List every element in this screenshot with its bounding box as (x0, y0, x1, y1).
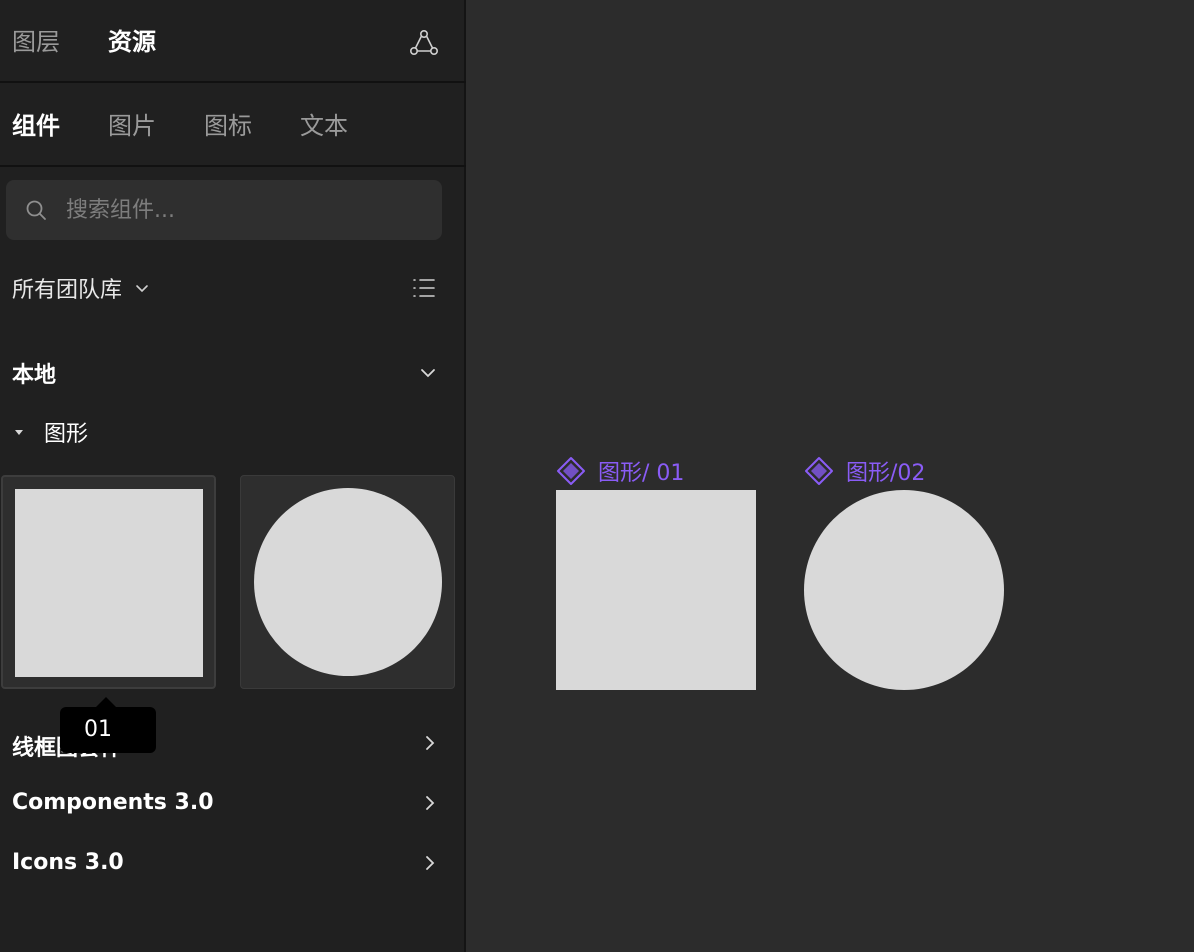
panel-tabs: 图层 资源 (0, 0, 466, 83)
tooltip: 01 (60, 707, 156, 753)
design-canvas[interactable]: 图形/ 01 图形/02 (468, 0, 1194, 952)
square-shape (15, 489, 203, 677)
list-view-icon[interactable] (410, 274, 438, 302)
component-icon (805, 457, 833, 485)
component-instance-square[interactable] (556, 490, 756, 690)
assets-panel: 图层 资源 组件 图片 图标 文本 所有团队库 本地 (0, 0, 466, 952)
library-dropdown[interactable]: 所有团队库 (12, 272, 150, 304)
component-thumbnail-02[interactable] (240, 475, 455, 689)
team-library-icon[interactable] (408, 27, 440, 59)
chevron-right-icon[interactable] (420, 733, 440, 753)
component-label-01[interactable]: 图形/ 01 (556, 455, 684, 487)
component-label-02[interactable]: 图形/02 (804, 455, 925, 487)
circle-shape (254, 488, 442, 676)
tab-icons[interactable]: 图标 (204, 110, 252, 142)
component-name: 图形/02 (846, 461, 926, 486)
tooltip-arrow (96, 697, 116, 707)
caret-down-icon (15, 430, 23, 435)
search-icon (26, 200, 46, 220)
component-instance-circle[interactable] (804, 490, 1004, 690)
group-header-shapes[interactable]: 图形 (12, 417, 88, 447)
component-thumbnail-01[interactable] (1, 475, 216, 689)
library-components[interactable]: Components 3.0 (12, 790, 214, 815)
chevron-right-icon[interactable] (420, 853, 440, 873)
library-icons[interactable]: Icons 3.0 (12, 850, 124, 875)
local-section-title[interactable]: 本地 (12, 357, 56, 389)
chevron-down-icon (136, 285, 148, 293)
tab-assets[interactable]: 资源 (108, 26, 156, 58)
library-dropdown-label: 所有团队库 (12, 278, 123, 303)
tab-text[interactable]: 文本 (300, 110, 348, 142)
tab-components[interactable]: 组件 (12, 110, 60, 142)
tab-images[interactable]: 图片 (108, 110, 156, 142)
chevron-down-icon[interactable] (418, 363, 438, 383)
chevron-right-icon[interactable] (420, 793, 440, 813)
search-box (6, 180, 442, 240)
component-name: 图形/ 01 (598, 461, 685, 486)
component-icon (557, 457, 585, 485)
tab-layers[interactable]: 图层 (12, 26, 60, 58)
group-name: 图形 (44, 422, 89, 447)
search-input[interactable] (66, 192, 426, 228)
